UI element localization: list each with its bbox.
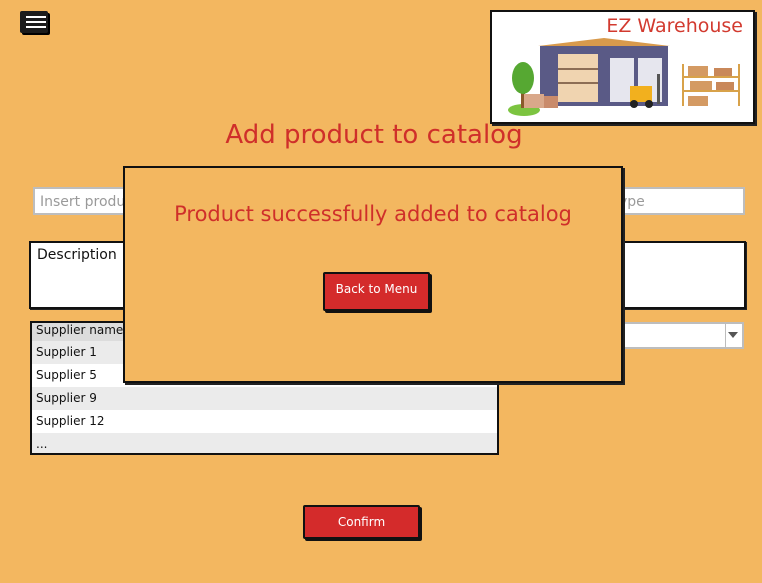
- app-name: EZ Warehouse: [606, 15, 743, 37]
- chevron-down-icon: [728, 332, 738, 338]
- success-message: Product successfully added to catalog: [174, 202, 572, 226]
- product-type-input[interactable]: ype: [612, 187, 745, 215]
- table-row[interactable]: Supplier 9: [32, 387, 497, 410]
- supplier-name: Supplier 5: [36, 368, 97, 382]
- supplier-name: Supplier 12: [36, 414, 105, 428]
- description-label: Description: [37, 247, 117, 263]
- back-to-menu-button[interactable]: Back to Menu: [323, 272, 430, 311]
- success-dialog: Product successfully added to catalog Ba…: [123, 166, 623, 383]
- page-title: Add product to catalog: [225, 120, 523, 150]
- category-select[interactable]: [616, 322, 744, 349]
- supplier-name: ...: [36, 437, 48, 451]
- menu-icon[interactable]: [18, 10, 50, 36]
- table-row[interactable]: Supplier 12: [32, 410, 497, 433]
- warehouse-icon: [508, 38, 740, 116]
- table-row[interactable]: ...: [32, 433, 497, 453]
- supplier-column-label: Supplier name: [36, 323, 124, 337]
- supplier-name: Supplier 9: [36, 391, 97, 405]
- supplier-name: Supplier 1: [36, 345, 97, 359]
- confirm-button[interactable]: Confirm: [303, 505, 420, 539]
- app-logo: EZ Warehouse: [490, 10, 755, 124]
- product-name-placeholder: Insert produ: [40, 194, 126, 210]
